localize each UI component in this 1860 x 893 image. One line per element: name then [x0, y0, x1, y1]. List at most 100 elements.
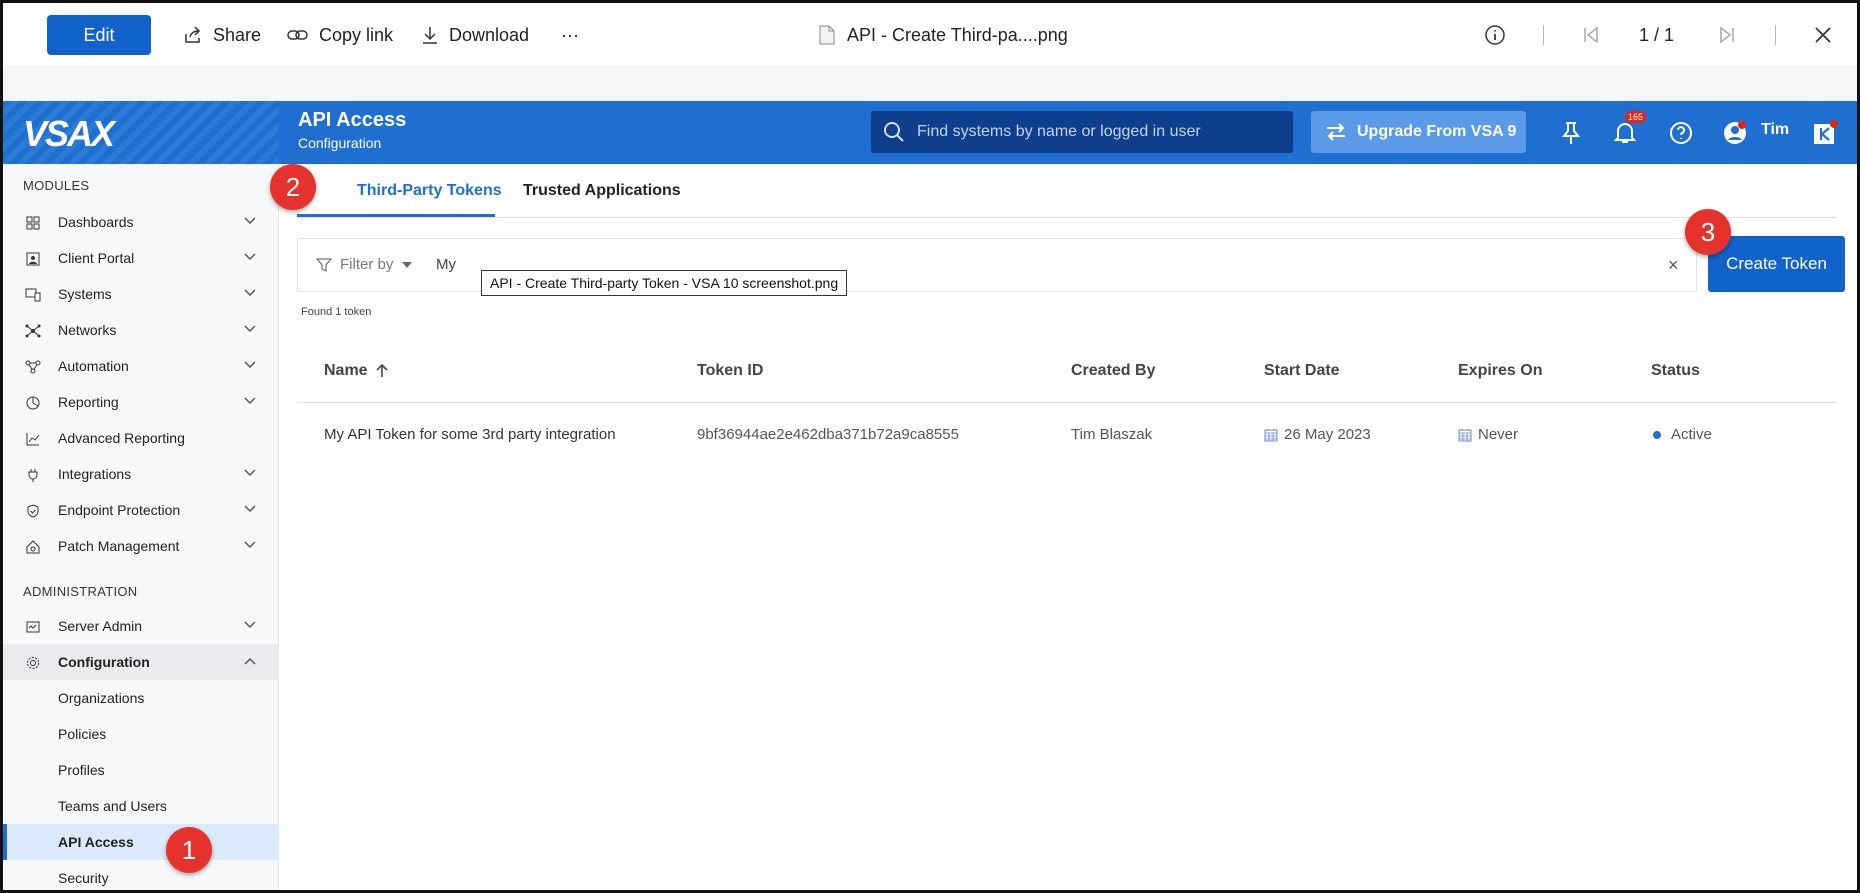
- column-header-label: Name: [324, 362, 368, 379]
- sidebar-item-teams-and-users[interactable]: Teams and Users: [3, 788, 279, 824]
- gear-icon: [25, 655, 41, 671]
- clear-filter-icon[interactable]: ×: [1668, 255, 1679, 276]
- toolbar-divider: [1543, 25, 1544, 45]
- search-bar[interactable]: [871, 111, 1293, 153]
- bell-icon[interactable]: [1611, 119, 1639, 147]
- share-button[interactable]: Share: [183, 21, 261, 49]
- sidebar-item-label: Reporting: [58, 394, 119, 410]
- header-divider: [297, 402, 1837, 403]
- sidebar-item-policies[interactable]: Policies: [3, 716, 279, 752]
- sort-ascending-icon: [376, 364, 388, 377]
- sidebar-item-label: Profiles: [58, 762, 105, 778]
- vsax-logo[interactable]: VSAX: [23, 113, 115, 155]
- step-marker-3: 3: [1685, 209, 1731, 255]
- sidebar-item-security[interactable]: Security: [3, 860, 279, 890]
- sidebar-item-api-access[interactable]: API Access: [3, 824, 279, 860]
- help-icon[interactable]: [1667, 119, 1695, 147]
- more-button[interactable]: ···: [561, 21, 579, 49]
- sidebar-item-client-portal[interactable]: Client Portal: [3, 240, 279, 276]
- sidebar-item-endpoint-protection[interactable]: Endpoint Protection: [3, 492, 279, 528]
- swap-icon: [1327, 123, 1345, 141]
- portal-icon: [25, 251, 41, 267]
- server-icon: [25, 619, 41, 635]
- pin-icon[interactable]: [1557, 119, 1585, 147]
- automation-icon: [25, 359, 41, 375]
- close-icon[interactable]: [1811, 23, 1835, 47]
- first-page-icon[interactable]: [1579, 23, 1603, 47]
- sidebar-item-configuration[interactable]: Configuration: [3, 644, 279, 680]
- column-header-created-by[interactable]: Created By: [1071, 362, 1155, 380]
- app-header: VSAX API Access Configuration Upgrade Fr…: [3, 101, 1857, 164]
- info-icon[interactable]: [1483, 23, 1507, 47]
- sidebar-item-organizations[interactable]: Organizations: [3, 680, 279, 716]
- download-label: Download: [449, 24, 530, 45]
- share-label: Share: [213, 24, 262, 45]
- filter-by-dropdown[interactable]: Filter by: [316, 256, 421, 273]
- column-header-status[interactable]: Status: [1651, 362, 1700, 380]
- column-header-expires-on[interactable]: Expires On: [1458, 362, 1542, 380]
- sidebar-item-label: Advanced Reporting: [58, 430, 185, 446]
- token-name[interactable]: My API Token for some 3rd party integrat…: [324, 426, 616, 443]
- sidebar-item-label: Networks: [58, 322, 117, 338]
- file-title: API - Create Third-pa....png: [819, 21, 1068, 49]
- upgrade-label: Upgrade From VSA 9: [1357, 123, 1517, 140]
- notification-badge: 165: [1625, 111, 1647, 123]
- caret-down-icon: [402, 261, 413, 268]
- sidebar: MODULES Dashboards Client Portal Systems…: [3, 164, 279, 890]
- token-expires-on: Never: [1458, 426, 1518, 443]
- sidebar-item-automation[interactable]: Automation: [3, 348, 279, 384]
- image-file-icon: [819, 25, 835, 45]
- sidebar-item-label: Teams and Users: [58, 798, 167, 814]
- download-icon: [423, 27, 437, 44]
- sidebar-item-networks[interactable]: Networks: [3, 312, 279, 348]
- user-avatar-icon[interactable]: [1721, 119, 1749, 147]
- sidebar-item-integrations[interactable]: Integrations: [3, 456, 279, 492]
- sidebar-item-patch-management[interactable]: Patch Management: [3, 528, 279, 564]
- sidebar-item-label: API Access: [58, 834, 134, 850]
- status-dot: [1653, 430, 1661, 439]
- create-token-button[interactable]: Create Token: [1708, 236, 1845, 292]
- filter-icon: [316, 257, 332, 272]
- chevron-up-icon: [244, 657, 256, 665]
- result-count: Found 1 token: [301, 306, 372, 318]
- page-subtitle: Configuration: [298, 135, 382, 151]
- tab-trusted-applications[interactable]: Trusted Applications: [523, 182, 681, 200]
- column-header-token-id[interactable]: Token ID: [697, 362, 763, 380]
- sidebar-item-systems[interactable]: Systems: [3, 276, 279, 312]
- toolbar-divider: [1775, 25, 1776, 45]
- screenshot-frame: Edit Share Copy link Download ··· API - …: [0, 0, 1860, 893]
- download-button[interactable]: Download: [421, 21, 529, 49]
- sidebar-item-reporting[interactable]: Reporting: [3, 384, 279, 420]
- sidebar-item-label: Organizations: [58, 690, 145, 706]
- reporting-icon: [25, 395, 41, 411]
- sidebar-item-profiles[interactable]: Profiles: [3, 752, 279, 788]
- chart-icon: [25, 431, 41, 447]
- kaseya-app-icon[interactable]: [1811, 119, 1839, 147]
- chevron-down-icon: [244, 541, 256, 549]
- expires-on-text: Never: [1478, 426, 1519, 443]
- logo-area: VSAX: [3, 101, 279, 164]
- sidebar-item-server-admin[interactable]: Server Admin: [3, 608, 279, 644]
- user-name[interactable]: Tim: [1761, 121, 1789, 139]
- search-input[interactable]: [917, 123, 1277, 141]
- status-text: Active: [1671, 426, 1712, 443]
- sidebar-item-dashboards[interactable]: Dashboards: [3, 204, 279, 240]
- administration-heading: ADMINISTRATION: [23, 584, 138, 599]
- filename-tooltip: API - Create Third-party Token - VSA 10 …: [481, 270, 848, 296]
- column-header-name[interactable]: Name: [324, 362, 388, 380]
- column-header-start-date[interactable]: Start Date: [1264, 362, 1340, 380]
- filter-input-text[interactable]: My: [436, 256, 456, 273]
- plug-icon: [25, 467, 41, 483]
- upgrade-button[interactable]: Upgrade From VSA 9: [1311, 111, 1526, 153]
- sidebar-item-label: Dashboards: [58, 214, 134, 230]
- edit-button[interactable]: Edit: [47, 15, 151, 55]
- link-icon: [287, 30, 308, 40]
- last-page-icon[interactable]: [1715, 23, 1739, 47]
- viewer-strip: [3, 65, 1857, 101]
- copy-link-button[interactable]: Copy link: [287, 21, 393, 49]
- chevron-down-icon: [244, 253, 256, 261]
- calendar-icon: [1458, 428, 1472, 441]
- tab-third-party-tokens[interactable]: Third-Party Tokens: [357, 182, 502, 200]
- shield-icon: [25, 503, 41, 519]
- sidebar-item-advanced-reporting[interactable]: Advanced Reporting: [3, 420, 279, 456]
